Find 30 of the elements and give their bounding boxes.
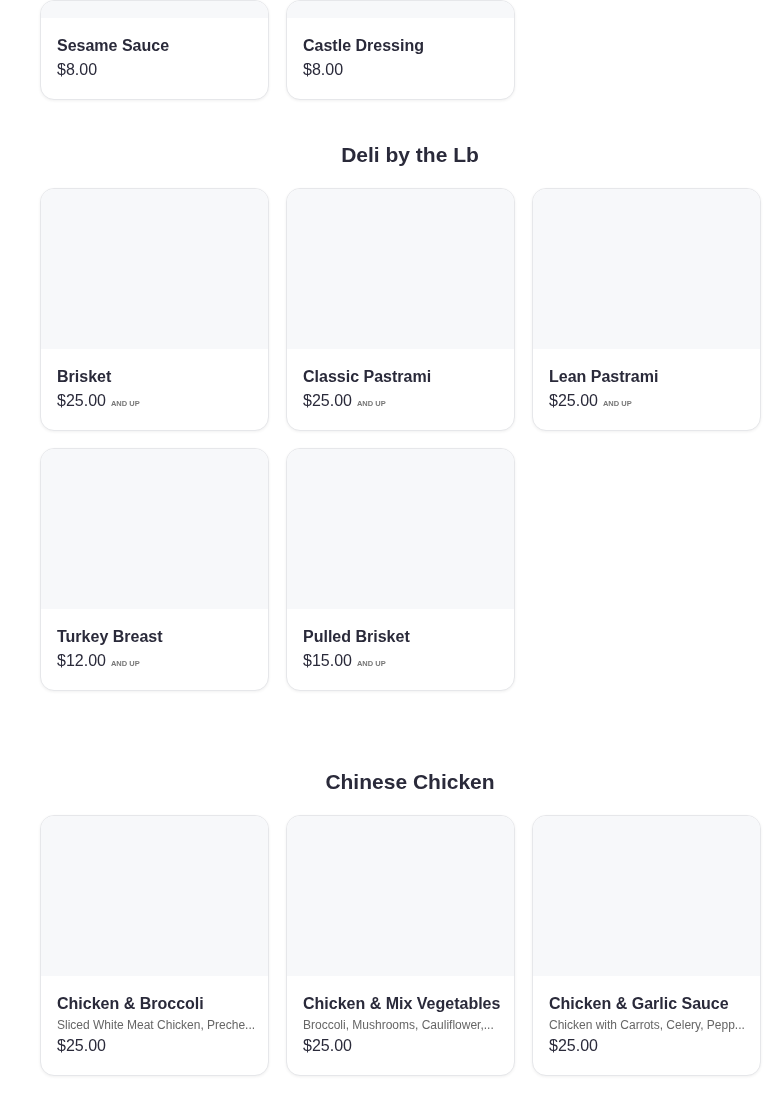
item-price: $25.00 [57,391,106,411]
item-name: Chicken & Mix Vegetables [303,994,501,1014]
item-name: Chicken & Garlic Sauce [549,994,729,1014]
menu-item-card[interactable]: Castle Dressing $8.00 [286,0,515,100]
item-price: $15.00 [303,651,352,671]
item-name: Classic Pastrami [303,367,432,387]
item-name: Brisket [57,367,112,387]
item-name: Castle Dressing [303,36,424,56]
item-price: $25.00 [303,1036,352,1056]
item-price: $8.00 [57,60,98,80]
item-name: Sesame Sauce [57,36,170,56]
item-price: $25.00 [57,1036,106,1056]
item-price: $8.00 [303,60,344,80]
menu-item-card[interactable]: Sesame Sauce $8.00 [40,0,269,100]
section-heading: Chinese Chicken [325,769,495,795]
menu-item-card[interactable]: Chicken & Garlic Sauce Chicken with Carrots, Celery, Pepp... $25.00 [532,815,761,1076]
item-description: Sliced White Meat Chicken, Preche... [57,1017,256,1034]
item-name: Chicken & Broccoli [57,994,204,1014]
menu-item-card[interactable]: Chicken & Broccoli Sliced White Meat Chicken, Preche... $25.00 [40,815,269,1076]
item-description: Broccoli, Mushrooms, Cauliflower,... [303,1017,494,1034]
item-description: Chicken with Carrots, Celery, Pepp... [549,1017,745,1034]
item-price: $25.00 [303,391,352,411]
section-heading: Deli by the Lb [341,142,479,168]
item-price: $25.00 [549,391,598,411]
item-name: Turkey Breast [57,627,163,647]
item-price: $25.00 [549,1036,598,1056]
item-name: Pulled Brisket [303,627,410,647]
item-price: $12.00 [57,651,106,671]
menu-item-card[interactable]: Chicken & Mix Vegetables Broccoli, Mushrooms, Cauliflower,... $25.00 [286,815,515,1076]
item-name: Lean Pastrami [549,367,659,387]
